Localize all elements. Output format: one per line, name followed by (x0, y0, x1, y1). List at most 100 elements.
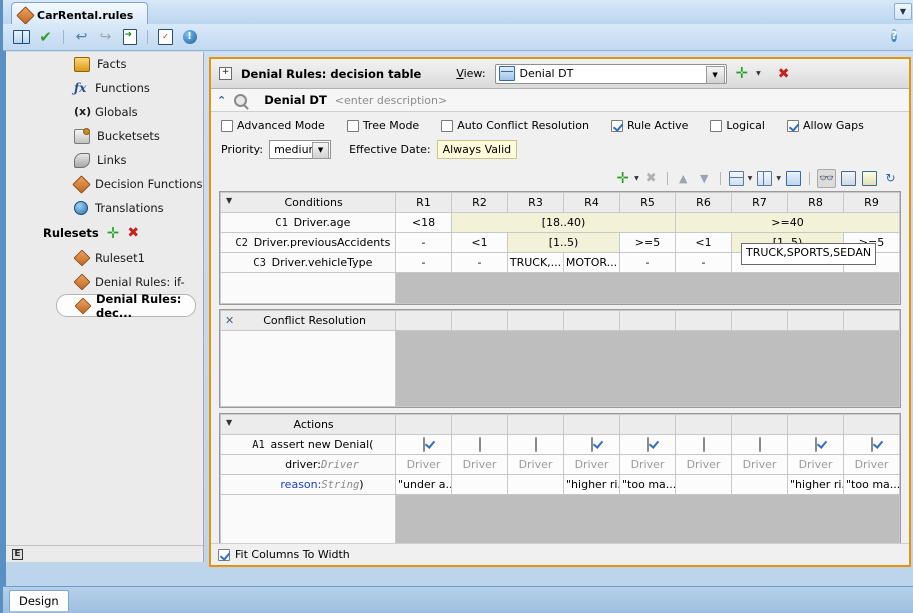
action-enable-cell[interactable] (508, 435, 564, 455)
delete-view-button[interactable]: ✖ (778, 67, 790, 81)
action-checkbox[interactable] (591, 437, 593, 452)
action-driver-cell[interactable]: Driver (508, 455, 564, 475)
action-reason-cell[interactable]: "higher ri... (564, 475, 620, 495)
explorer-item-facts[interactable]: Facts (6, 52, 203, 76)
logical-checkbox[interactable]: Logical (710, 119, 765, 132)
caret-down-icon[interactable]: ▼ (756, 70, 761, 77)
insert-column-button[interactable] (756, 170, 773, 187)
delete-icon[interactable]: ✖ (127, 226, 139, 240)
action-label-cell[interactable]: A1assert new Denial( (221, 435, 396, 455)
action-enable-cell[interactable] (788, 435, 844, 455)
column-header-r2[interactable]: R2 (452, 193, 508, 213)
explorer-item-functions[interactable]: ƒx Functions (6, 76, 203, 100)
condition-cell[interactable]: <1 (452, 233, 508, 253)
find-button[interactable] (785, 170, 802, 187)
action-reason-cell[interactable]: "higher ri... (788, 475, 844, 495)
condition-cell[interactable]: TRUCK,... (508, 253, 564, 273)
explorer-item-links[interactable]: Links (6, 148, 203, 172)
condition-cell[interactable]: [1..5) (508, 233, 620, 253)
editor-tab-carrental-rules[interactable]: CarRental.rules (11, 2, 148, 24)
action-reason-cell[interactable]: "too ma... (844, 475, 900, 495)
ruleset-item-denial-rules-decision-table[interactable]: Denial Rules: dec... (56, 294, 196, 317)
action-reason-cell[interactable]: "too ma... (620, 475, 676, 495)
caret-down-icon[interactable]: ▼ (226, 196, 232, 205)
conflict-resolution-header-cell[interactable]: ✕ Conflict Resolution (221, 311, 396, 331)
action-enable-cell[interactable] (452, 435, 508, 455)
condition-cell[interactable]: >=5 (620, 233, 676, 253)
dictionary-button[interactable] (12, 28, 31, 47)
action-enable-cell[interactable] (396, 435, 452, 455)
view-select[interactable]: Denial DT ▼ (495, 64, 727, 84)
action-checkbox[interactable] (871, 437, 873, 452)
caret-down-icon[interactable]: ▼ (226, 418, 232, 427)
plus-box-icon[interactable]: + (219, 67, 232, 80)
validate-button[interactable]: ✔ (36, 28, 55, 47)
column-header-r7[interactable]: R7 (732, 193, 788, 213)
rule-description-placeholder[interactable]: <enter description> (335, 94, 447, 107)
action-checkbox[interactable] (535, 437, 537, 452)
column-header-r1[interactable]: R1 (396, 193, 452, 213)
insert-row-button[interactable] (728, 170, 745, 187)
action-checkbox[interactable] (759, 437, 761, 452)
action-driver-cell[interactable]: Driver (564, 455, 620, 475)
column-header-r3[interactable]: R3 (508, 193, 564, 213)
ruleset-item-denial-rules-if[interactable]: Denial Rules: if- (6, 270, 203, 294)
action-enable-cell[interactable] (676, 435, 732, 455)
action-checkbox[interactable] (815, 437, 817, 452)
action-driver-cell[interactable]: Driver (396, 455, 452, 475)
action-checkbox[interactable] (479, 437, 481, 452)
caret-down-icon-2[interactable]: ▼ (748, 175, 753, 182)
action-checkbox[interactable] (647, 437, 649, 452)
action-param-driver-cell[interactable]: driver:Driver (221, 455, 396, 475)
action-param-reason-cell[interactable]: reason:String) (221, 475, 396, 495)
add-view-button[interactable]: ✛ (736, 66, 749, 81)
undo-button[interactable]: ↩ (72, 28, 91, 47)
conditions-header-cell[interactable]: ▼ Conditions (221, 193, 396, 213)
explorer-item-bucketsets[interactable]: Bucketsets (6, 124, 203, 148)
action-checkbox[interactable] (703, 437, 705, 452)
action-driver-cell[interactable]: Driver (732, 455, 788, 475)
condition-cell[interactable]: - (452, 253, 508, 273)
action-driver-cell[interactable]: Driver (788, 455, 844, 475)
actions-header-cell[interactable]: ▼ Actions (221, 415, 396, 435)
move-down-button[interactable]: ▼ (696, 170, 713, 187)
condition-cell[interactable]: <18 (396, 213, 452, 233)
chevron-down-icon[interactable]: ▼ (312, 142, 329, 159)
condition-cell[interactable]: - (620, 253, 676, 273)
condition-cell[interactable]: - (396, 253, 452, 273)
condition-label-cell[interactable]: C1Driver.age (221, 213, 396, 233)
action-driver-cell[interactable]: Driver (676, 455, 732, 475)
collapse-icon[interactable]: E (12, 549, 23, 560)
action-enable-cell[interactable] (620, 435, 676, 455)
condition-cell[interactable]: - (676, 253, 732, 273)
auto-conflict-resolution-checkbox[interactable]: Auto Conflict Resolution (441, 119, 589, 132)
design-tab[interactable]: Design (9, 590, 69, 611)
chevron-down-icon[interactable]: ▼ (706, 66, 725, 84)
help-button[interactable]: ? (891, 28, 908, 45)
action-checkbox[interactable] (423, 437, 425, 452)
move-up-button[interactable]: ▲ (675, 170, 692, 187)
action-driver-cell[interactable]: Driver (620, 455, 676, 475)
action-reason-cell[interactable] (676, 475, 732, 495)
rule-active-checkbox[interactable]: Rule Active (611, 119, 688, 132)
x-icon[interactable]: ✕ (225, 314, 234, 327)
column-header-r5[interactable]: R5 (620, 193, 676, 213)
action-driver-cell[interactable]: Driver (452, 455, 508, 475)
column-header-r6[interactable]: R6 (676, 193, 732, 213)
action-reason-cell[interactable] (452, 475, 508, 495)
tabstrip-dropdown-button[interactable]: ▼ (894, 3, 912, 20)
checklist-button[interactable]: ✓ (156, 28, 175, 47)
tree-mode-checkbox[interactable]: Tree Mode (347, 119, 419, 132)
column-header-r4[interactable]: R4 (564, 193, 620, 213)
explorer-item-translations[interactable]: Translations (6, 196, 203, 220)
allow-gaps-checkbox[interactable]: Allow Gaps (787, 119, 864, 132)
effective-date-value[interactable]: Always Valid (437, 140, 518, 159)
condition-cell[interactable]: [18..40) (452, 213, 676, 233)
condition-cell[interactable]: MOTOR... (564, 253, 620, 273)
explorer-item-globals[interactable]: (x) Globals (6, 100, 203, 124)
vehicle-type-cell-editor[interactable]: TRUCK,SPORTS,SEDAN (741, 243, 876, 265)
action-enable-cell[interactable] (564, 435, 620, 455)
priority-select[interactable]: medium ▼ (269, 140, 331, 159)
condition-cell[interactable]: >=40 (676, 213, 900, 233)
compact-button[interactable] (861, 170, 878, 187)
